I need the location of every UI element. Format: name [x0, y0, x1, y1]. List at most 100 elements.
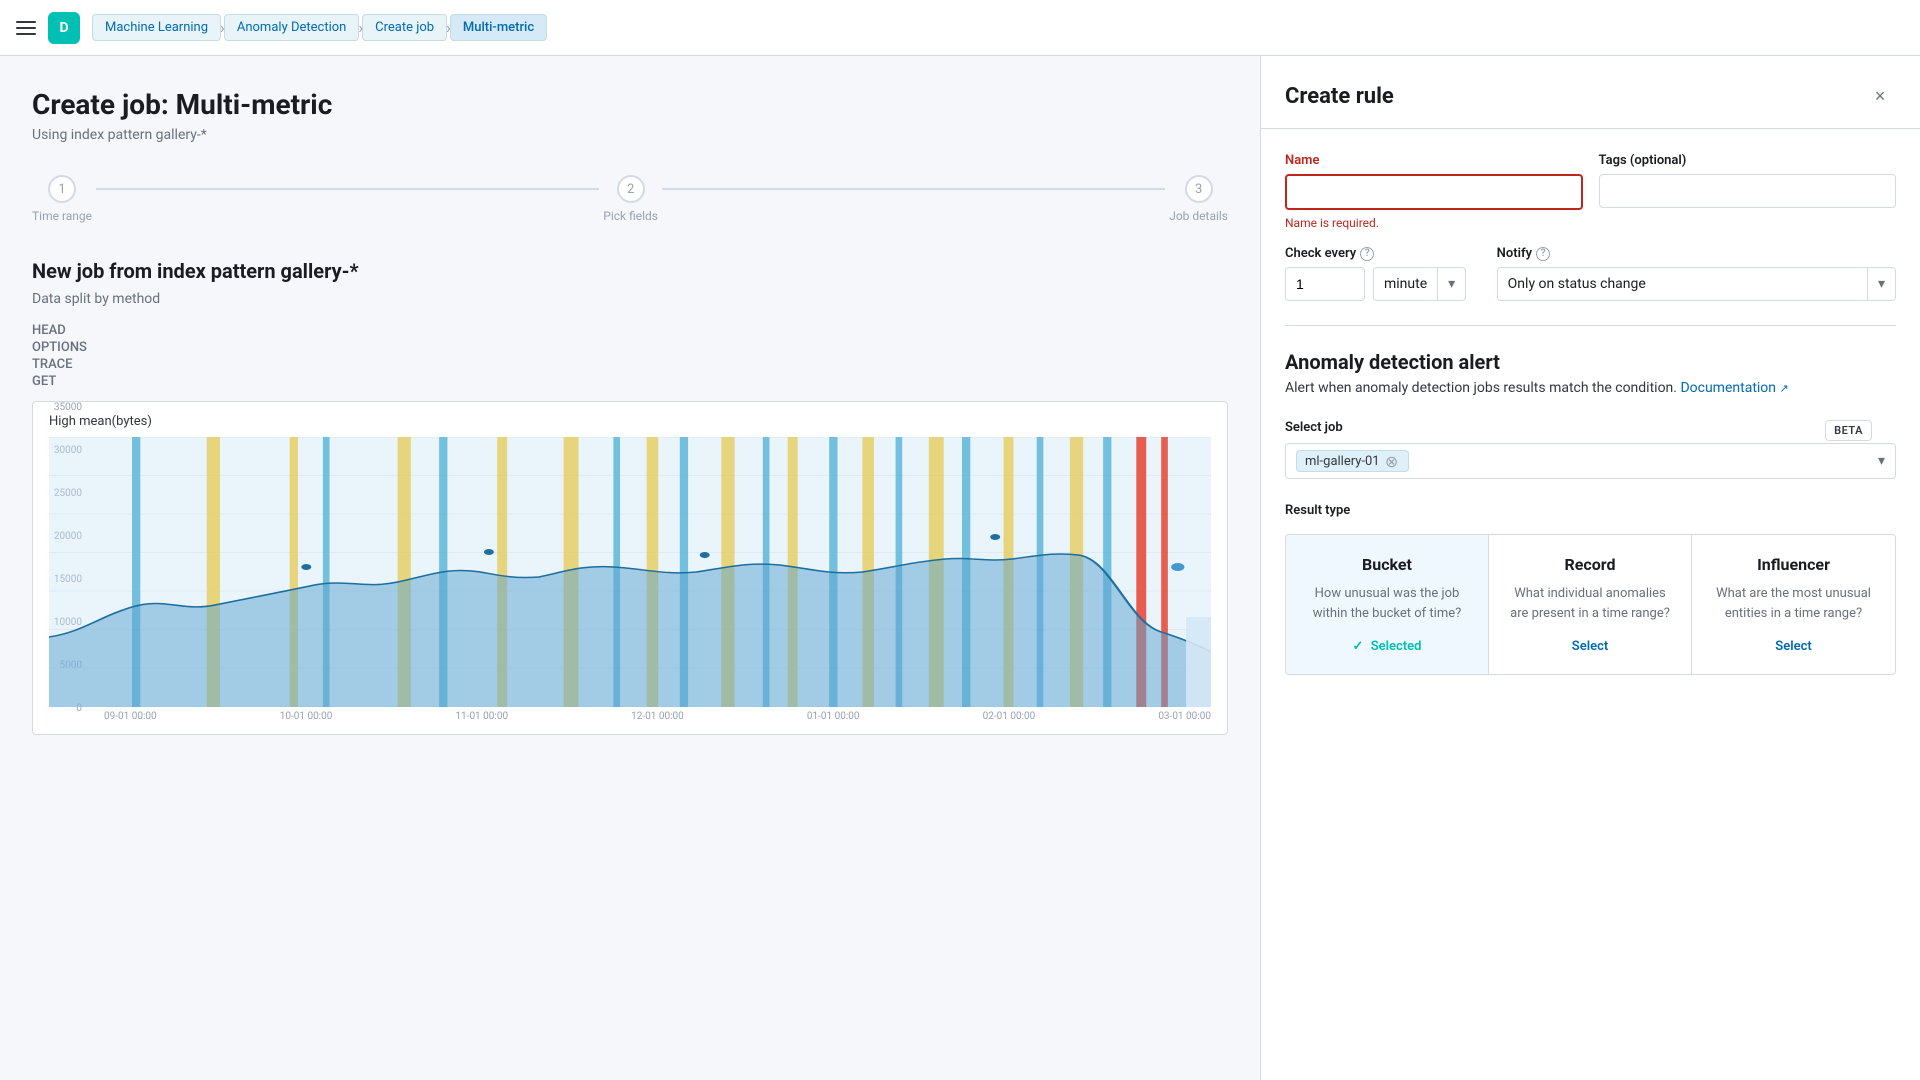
main-container: Create job: Multi-metric Using index pat…: [0, 56, 1920, 1080]
alert-desc-text: Alert when anomaly detection jobs result…: [1285, 380, 1677, 396]
bucket-name: Bucket: [1302, 555, 1472, 574]
section-title: New job from index pattern gallery-*: [32, 259, 1228, 283]
name-error: Name is required.: [1285, 216, 1583, 230]
step-2: 2 Pick fields: [603, 175, 658, 223]
divider-1: [1285, 325, 1896, 326]
step-circle-2: 2: [617, 175, 645, 203]
check-every-unit-value: minute: [1374, 268, 1437, 300]
notify-group: Notify ? Only on status change ▾: [1497, 246, 1896, 301]
check-every-help-icon[interactable]: ?: [1360, 247, 1374, 261]
tags-label: Tags (optional): [1599, 153, 1897, 168]
chart-title: High mean(bytes): [49, 414, 1211, 429]
step-line-2: [662, 188, 1165, 190]
bucket-desc: How unusual was the job within the bucke…: [1302, 584, 1472, 623]
topnav: D Machine Learning › Anomaly Detection ›…: [0, 0, 1920, 56]
check-every-group: Check every ? minute ▾: [1285, 246, 1485, 301]
breadcrumb-sep-3: ›: [446, 18, 451, 37]
record-desc: What individual anomalies are present in…: [1505, 584, 1675, 623]
name-input[interactable]: [1285, 174, 1583, 210]
result-type-grid: Bucket How unusual was the job within th…: [1285, 534, 1896, 675]
influencer-desc: What are the most unusual entities in a …: [1708, 584, 1879, 623]
job-tag-remove[interactable]: ⊗: [1384, 453, 1400, 469]
x-label-2: 10-01 00:00: [280, 711, 333, 722]
alert-section: Anomaly detection alert Alert when anoma…: [1285, 350, 1896, 396]
step-circle-3: 3: [1185, 175, 1213, 203]
panel-body: Name Name is required. Tags (optional) C…: [1261, 129, 1920, 1080]
http-method-get: GET: [32, 374, 1228, 389]
alert-section-title: Anomaly detection alert: [1285, 350, 1896, 374]
check-every-unit-select[interactable]: minute ▾: [1373, 267, 1466, 301]
http-method-trace: TRACE: [32, 357, 1228, 372]
notify-select-arrow[interactable]: ▾: [1867, 268, 1895, 300]
stepper: 1 Time range 2 Pick fields 3 Job details: [32, 175, 1228, 223]
result-type-section: Result type Bucket How unusual was the j…: [1285, 503, 1896, 675]
check-every-number-input[interactable]: [1285, 267, 1365, 301]
bucket-check-icon: ✓: [1353, 639, 1364, 654]
page-title: Create job: Multi-metric: [32, 88, 1228, 121]
result-type-bucket[interactable]: Bucket How unusual was the job within th…: [1286, 535, 1489, 674]
step-label-3: Job details: [1169, 209, 1228, 223]
right-panel: Create rule × Name Name is required. Tag…: [1260, 56, 1920, 1080]
breadcrumb-create-job[interactable]: Create job: [362, 14, 447, 41]
select-job-label: Select job: [1285, 420, 1896, 435]
left-panel: Create job: Multi-metric Using index pat…: [0, 56, 1260, 1080]
x-label-3: 11-01 00:00: [455, 711, 508, 722]
job-select[interactable]: ml-gallery-01 ⊗ ▾: [1285, 443, 1896, 479]
job-tag-label: ml-gallery-01: [1305, 454, 1380, 469]
x-label-1: 09-01 00:00: [104, 711, 157, 722]
check-every-unit-arrow[interactable]: ▾: [1437, 268, 1465, 300]
breadcrumb-anomaly-detection[interactable]: Anomaly Detection: [224, 14, 359, 41]
result-type-label: Result type: [1285, 503, 1896, 518]
http-method-head: HEAD: [32, 323, 1228, 338]
http-method-options: OPTIONS: [32, 340, 1228, 355]
close-button[interactable]: ×: [1864, 80, 1896, 112]
alert-section-desc: Alert when anomaly detection jobs result…: [1285, 380, 1896, 396]
name-group: Name Name is required.: [1285, 153, 1583, 230]
record-action[interactable]: Select: [1505, 639, 1675, 654]
breadcrumb-sep-2: ›: [358, 18, 363, 37]
notify-select[interactable]: Only on status change ▾: [1497, 267, 1896, 301]
hamburger-menu[interactable]: [16, 18, 36, 38]
panel-header: Create rule ×: [1261, 56, 1920, 129]
breadcrumb-multi-metric[interactable]: Multi-metric: [450, 14, 547, 41]
breadcrumb-machine-learning[interactable]: Machine Learning: [92, 14, 221, 41]
notify-help-icon[interactable]: ?: [1536, 247, 1550, 261]
breadcrumb-sep-1: ›: [220, 18, 225, 37]
job-select-arrow[interactable]: ▾: [1878, 453, 1885, 469]
beta-badge: BETA: [1825, 420, 1872, 441]
notify-label: Notify ?: [1497, 246, 1896, 261]
breadcrumb: Machine Learning › Anomaly Detection › C…: [92, 14, 547, 41]
documentation-link[interactable]: Documentation ↗: [1680, 380, 1788, 396]
tags-group: Tags (optional): [1599, 153, 1897, 230]
step-3: 3 Job details: [1169, 175, 1228, 223]
page-subtitle: Using index pattern gallery-*: [32, 127, 1228, 143]
influencer-action[interactable]: Select: [1708, 639, 1879, 654]
record-name: Record: [1505, 555, 1675, 574]
influencer-name: Influencer: [1708, 555, 1879, 574]
http-methods: HEAD OPTIONS TRACE GET: [32, 323, 1228, 389]
step-circle-1: 1: [48, 175, 76, 203]
section-label: Data split by method: [32, 291, 1228, 307]
chart-svg: [49, 437, 1211, 707]
job-tag: ml-gallery-01 ⊗: [1296, 450, 1409, 472]
chart-container: High mean(bytes) 35000 30000 25000 20000…: [32, 401, 1228, 735]
x-label-4: 12-01 00:00: [631, 711, 684, 722]
step-1: 1 Time range: [32, 175, 92, 223]
bucket-action: ✓ Selected: [1302, 639, 1472, 654]
avatar: D: [48, 12, 80, 44]
x-label-5: 01-01 00:00: [807, 711, 860, 722]
check-every-label: Check every ?: [1285, 246, 1485, 261]
job-section: BETA Select job ml-gallery-01 ⊗ ▾: [1285, 420, 1896, 479]
result-type-influencer[interactable]: Influencer What are the most unusual ent…: [1692, 535, 1895, 674]
tags-input[interactable]: [1599, 174, 1897, 208]
step-label-2: Pick fields: [603, 209, 658, 223]
x-axis: 09-01 00:00 10-01 00:00 11-01 00:00 12-0…: [49, 707, 1211, 722]
panel-title: Create rule: [1285, 84, 1394, 109]
external-link-icon: ↗: [1780, 382, 1789, 395]
x-label-6: 02-01 00:00: [983, 711, 1036, 722]
name-tags-row: Name Name is required. Tags (optional): [1285, 153, 1896, 230]
step-label-1: Time range: [32, 209, 92, 223]
chart-area: [49, 437, 1211, 707]
notify-select-value: Only on status change: [1498, 268, 1867, 300]
result-type-record[interactable]: Record What individual anomalies are pre…: [1489, 535, 1692, 674]
